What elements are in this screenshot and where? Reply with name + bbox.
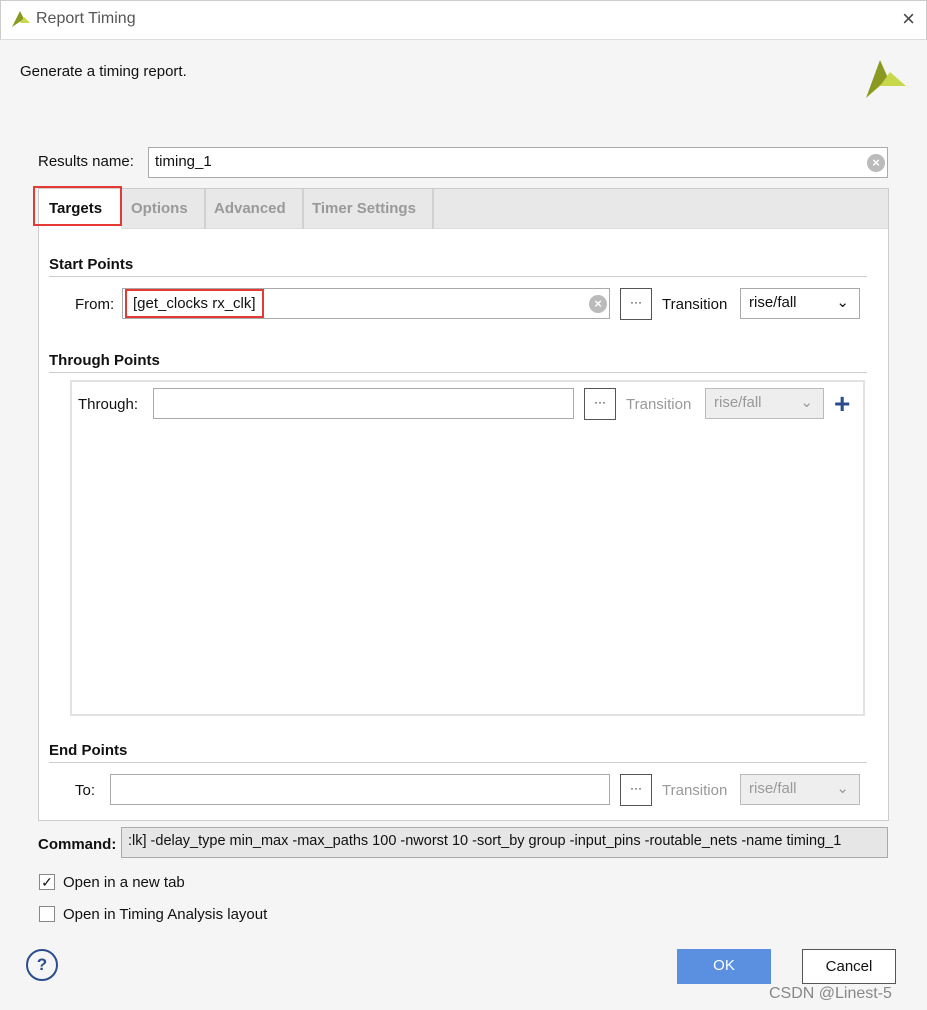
divider xyxy=(49,276,867,277)
open-new-tab-label: Open in a new tab xyxy=(63,874,185,891)
through-transition-label: Transition xyxy=(626,396,692,413)
open-timing-layout-checkbox[interactable] xyxy=(39,906,55,922)
tab-timer-settings[interactable]: Timer Settings xyxy=(302,189,434,229)
chevron-down-icon: ⌄ xyxy=(836,294,849,311)
help-button[interactable]: ? xyxy=(26,949,58,981)
from-transition-value: rise/fall xyxy=(749,294,797,311)
browse-through-button[interactable]: ··· xyxy=(584,388,616,420)
results-name-input[interactable]: timing_1 xyxy=(148,147,888,178)
chevron-down-icon: ⌄ xyxy=(800,394,813,411)
start-points-heading: Start Points xyxy=(49,256,134,273)
through-transition-select[interactable]: rise/fall ⌄ xyxy=(705,388,824,419)
title-bar xyxy=(0,0,927,40)
through-points-list xyxy=(70,380,865,716)
end-points-heading: End Points xyxy=(49,742,128,759)
from-transition-label: Transition xyxy=(662,296,728,313)
tab-options[interactable]: Options xyxy=(121,189,206,229)
divider xyxy=(49,372,867,373)
through-transition-value: rise/fall xyxy=(714,394,762,411)
to-transition-label: Transition xyxy=(662,782,728,799)
through-points-heading: Through Points xyxy=(49,352,160,369)
vivado-logo-large-icon xyxy=(866,60,906,98)
command-field[interactable]: :lk] -delay_type min_max -max_paths 100 … xyxy=(121,827,888,858)
browse-from-button[interactable]: ··· xyxy=(620,288,652,320)
clear-icon[interactable]: × xyxy=(867,154,885,172)
through-input[interactable] xyxy=(153,388,574,419)
ok-button[interactable]: OK xyxy=(677,949,771,984)
results-name-label: Results name: xyxy=(38,153,134,170)
vivado-logo-icon xyxy=(12,11,30,27)
from-transition-select[interactable]: rise/fall ⌄ xyxy=(740,288,860,319)
from-input[interactable]: [get_clocks rx_clk] xyxy=(122,288,610,319)
highlight-box xyxy=(33,186,122,226)
browse-to-button[interactable]: ··· xyxy=(620,774,652,806)
to-transition-value: rise/fall xyxy=(749,780,797,797)
watermark: CSDN @Linest-5 xyxy=(769,985,892,1002)
to-label: To: xyxy=(75,782,96,799)
open-timing-layout-label: Open in Timing Analysis layout xyxy=(63,906,268,923)
divider xyxy=(49,762,867,763)
window-title: Report Timing xyxy=(36,10,136,27)
close-icon[interactable]: × xyxy=(902,6,915,32)
from-label: From: xyxy=(75,296,115,313)
to-transition-select[interactable]: rise/fall ⌄ xyxy=(740,774,860,805)
command-label: Command: xyxy=(38,836,117,853)
from-value: [get_clocks rx_clk] xyxy=(125,289,264,318)
open-new-tab-checkbox[interactable]: ✓ xyxy=(39,874,55,890)
to-input[interactable] xyxy=(110,774,610,805)
clear-icon[interactable]: × xyxy=(589,295,607,313)
cancel-button[interactable]: Cancel xyxy=(802,949,896,984)
tab-advanced[interactable]: Advanced xyxy=(204,189,304,229)
dialog-description: Generate a timing report. xyxy=(20,63,187,80)
add-through-button[interactable]: + xyxy=(834,388,850,420)
chevron-down-icon: ⌄ xyxy=(836,780,849,797)
through-label: Through: xyxy=(78,396,139,413)
